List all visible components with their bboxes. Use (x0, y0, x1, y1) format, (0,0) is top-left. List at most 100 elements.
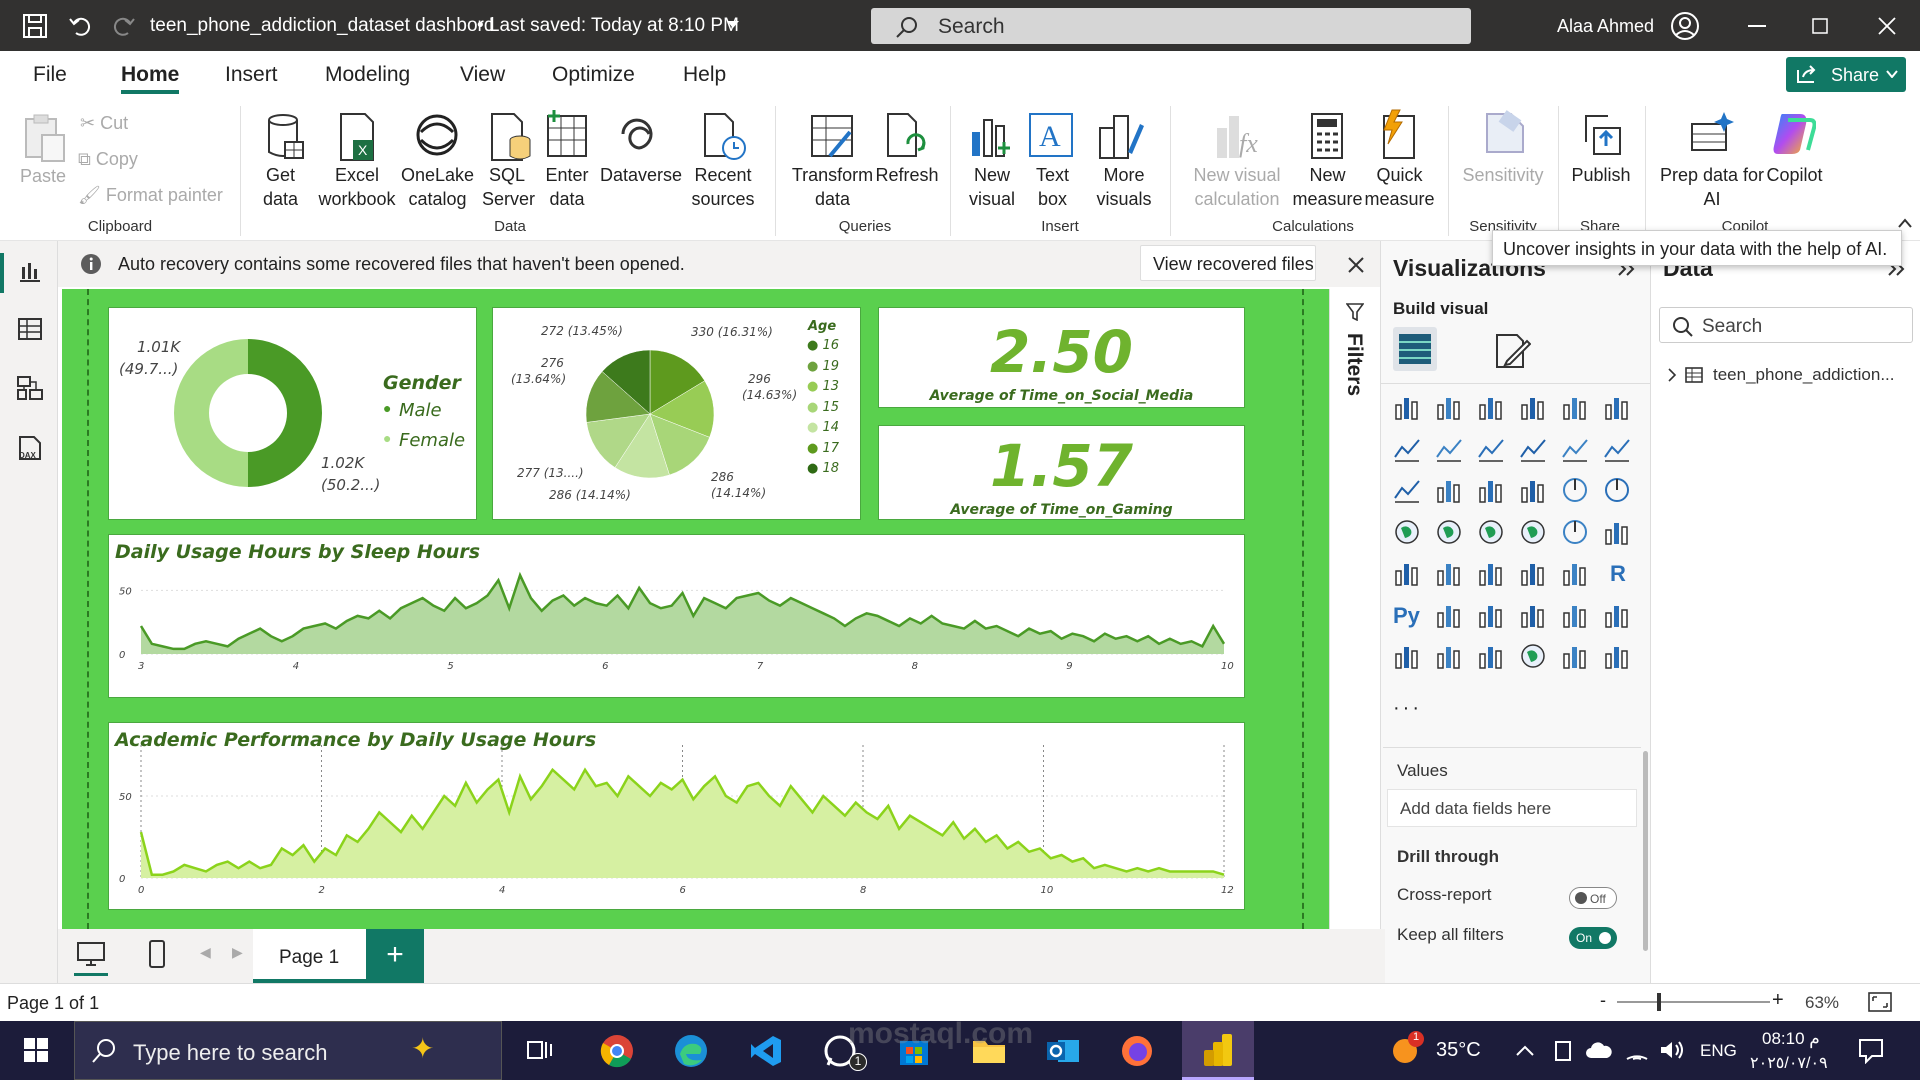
close-icon[interactable] (1878, 17, 1896, 35)
python-visual-icon[interactable]: Py (1393, 601, 1421, 629)
stacked-column-chart-icon[interactable] (1435, 393, 1463, 421)
task-view-icon[interactable] (527, 1039, 553, 1061)
metrics-icon[interactable] (1603, 601, 1631, 629)
language-indicator[interactable]: ENG (1700, 1041, 1737, 1061)
format-visual-icon[interactable] (1493, 333, 1531, 369)
new-visual-button[interactable]: New visual (962, 163, 1022, 211)
data-search-input[interactable]: Search (1659, 307, 1913, 343)
zoom-slider[interactable] (1617, 1001, 1770, 1003)
card-new-icon[interactable] (1435, 642, 1463, 670)
table-icon[interactable] (1519, 559, 1547, 587)
waterfall-chart-icon[interactable] (1435, 476, 1463, 504)
new-measure-button[interactable]: New measure (1290, 163, 1365, 211)
sql-server-button[interactable]: SQL Server (482, 163, 535, 211)
powerbi-taskbar-item[interactable] (1182, 1021, 1254, 1080)
collapse-ribbon-icon[interactable] (1898, 218, 1912, 228)
fit-to-page-icon[interactable] (1868, 992, 1892, 1012)
multi-row-card-icon[interactable] (1393, 559, 1421, 587)
keep-all-filters-toggle[interactable]: On (1569, 927, 1617, 949)
save-icon[interactable] (22, 13, 48, 39)
chevron-down-icon[interactable] (726, 20, 740, 30)
paste-button[interactable]: Paste (18, 164, 68, 188)
gender-donut-visual[interactable]: 1.01K (49.7...) 1.02K (50.2...) Gender ●… (109, 308, 476, 519)
cross-report-toggle[interactable]: Off (1569, 887, 1617, 909)
age-pie-visual[interactable]: 272 (13.45%) 330 (16.31%) 276 (13.64%) 2… (493, 308, 860, 519)
wifi-icon[interactable] (1625, 1039, 1649, 1061)
more-visuals-button[interactable]: More visuals (1090, 163, 1158, 211)
page-tab-1[interactable]: Page 1 (253, 929, 366, 983)
filters-pane-collapsed[interactable]: Filters (1329, 289, 1379, 929)
stacked-bar-chart-icon[interactable] (1393, 393, 1421, 421)
clustered-bar-chart-icon[interactable] (1477, 393, 1505, 421)
funnel-chart-icon[interactable] (1477, 476, 1505, 504)
azure-map-icon[interactable] (1519, 518, 1547, 546)
copilot-button[interactable]: Copilot (1762, 163, 1827, 187)
format-painter-button[interactable]: 🖌 Format painter (78, 183, 223, 207)
onelake-catalog-button[interactable]: OneLake catalog (400, 163, 475, 211)
more-visuals-icon[interactable]: ··· (1393, 697, 1422, 720)
scatter-chart-icon[interactable] (1519, 476, 1547, 504)
next-page-icon[interactable]: ▶ (232, 944, 243, 961)
power-apps-icon[interactable] (1561, 642, 1589, 670)
tab-modeling[interactable]: Modeling (325, 63, 410, 87)
ribbon-chart-icon[interactable] (1393, 476, 1421, 504)
dax-query-view-icon[interactable]: DAX (16, 435, 44, 463)
tab-view[interactable]: View (460, 63, 505, 87)
view-recovered-files-button[interactable]: View recovered files (1140, 245, 1316, 281)
scrollbar[interactable] (1643, 751, 1648, 951)
values-drop-zone[interactable]: Add data fields here (1387, 789, 1637, 827)
network-device-icon[interactable] (1553, 1040, 1573, 1062)
outlook-icon[interactable] (1046, 1034, 1080, 1068)
table-view-icon[interactable] (18, 317, 42, 341)
undo-icon[interactable] (68, 13, 92, 37)
quick-measure-button[interactable]: Quick measure (1362, 163, 1437, 211)
arcgis-map-icon[interactable] (1519, 642, 1547, 670)
excel-workbook-button[interactable]: Excel workbook (312, 163, 402, 211)
tab-optimize[interactable]: Optimize (552, 63, 635, 87)
vscode-icon[interactable] (749, 1034, 783, 1068)
tab-insert[interactable]: Insert (225, 63, 278, 87)
decomposition-tree-icon[interactable] (1477, 601, 1505, 629)
previous-page-icon[interactable]: ◀ (200, 944, 211, 961)
prep-data-for-ai-button[interactable]: Prep data for AI (1652, 163, 1772, 211)
maximize-icon[interactable] (1812, 18, 1828, 34)
tab-home[interactable]: Home (121, 63, 179, 87)
share-button[interactable]: Share (1786, 57, 1906, 92)
zoom-in-button[interactable]: + (1772, 989, 1784, 1012)
academic-area-visual[interactable]: Academic Performance by Daily Usage Hour… (109, 723, 1244, 909)
enter-data-button[interactable]: Enter data (541, 163, 593, 211)
dataverse-button[interactable]: Dataverse (600, 163, 682, 187)
table-name[interactable]: teen_phone_addiction... (1713, 365, 1895, 385)
slicer-icon[interactable] (1477, 559, 1505, 587)
clock-date[interactable]: ٢٠٢٥/٠٧/٠٩ (1750, 1053, 1828, 1073)
avatar-icon[interactable] (1670, 11, 1700, 41)
zoom-out-button[interactable]: - (1600, 990, 1606, 1011)
add-page-button[interactable]: + (366, 929, 424, 983)
taskbar-search-input[interactable]: Type here to search ✦ (74, 1021, 502, 1080)
card-icon[interactable] (1603, 518, 1631, 546)
report-view-icon[interactable] (18, 259, 42, 283)
matrix-icon[interactable] (1561, 559, 1589, 587)
power-automate-icon[interactable] (1603, 642, 1631, 670)
filled-map-icon[interactable] (1477, 518, 1505, 546)
copy-button[interactable]: ⧉ Copy (78, 147, 138, 171)
chevron-up-icon[interactable] (1516, 1045, 1534, 1057)
volume-icon[interactable] (1659, 1039, 1685, 1061)
pie-chart-icon[interactable] (1561, 476, 1589, 504)
gauge-icon[interactable] (1561, 518, 1589, 546)
line-chart-icon[interactable] (1393, 435, 1421, 463)
publish-button[interactable]: Publish (1565, 163, 1637, 187)
sensitivity-button[interactable]: Sensitivity (1458, 163, 1548, 187)
treemap-icon[interactable] (1393, 518, 1421, 546)
desktop-layout-icon[interactable] (76, 941, 106, 967)
kpi-social-media-card[interactable]: 2.50 Average of Time_on_Social_Media (879, 308, 1244, 407)
button-slicer-icon[interactable] (1477, 642, 1505, 670)
100-stacked-area-chart-icon[interactable] (1519, 435, 1547, 463)
firefox-icon[interactable] (1120, 1034, 1154, 1068)
chrome-icon[interactable] (600, 1034, 634, 1068)
windows-start-icon[interactable] (24, 1038, 48, 1062)
100-stacked-column-chart-icon[interactable] (1603, 393, 1631, 421)
minimize-icon[interactable] (1748, 25, 1766, 28)
zoom-slider-handle[interactable] (1657, 993, 1661, 1011)
paginated-report-icon[interactable] (1393, 642, 1421, 670)
